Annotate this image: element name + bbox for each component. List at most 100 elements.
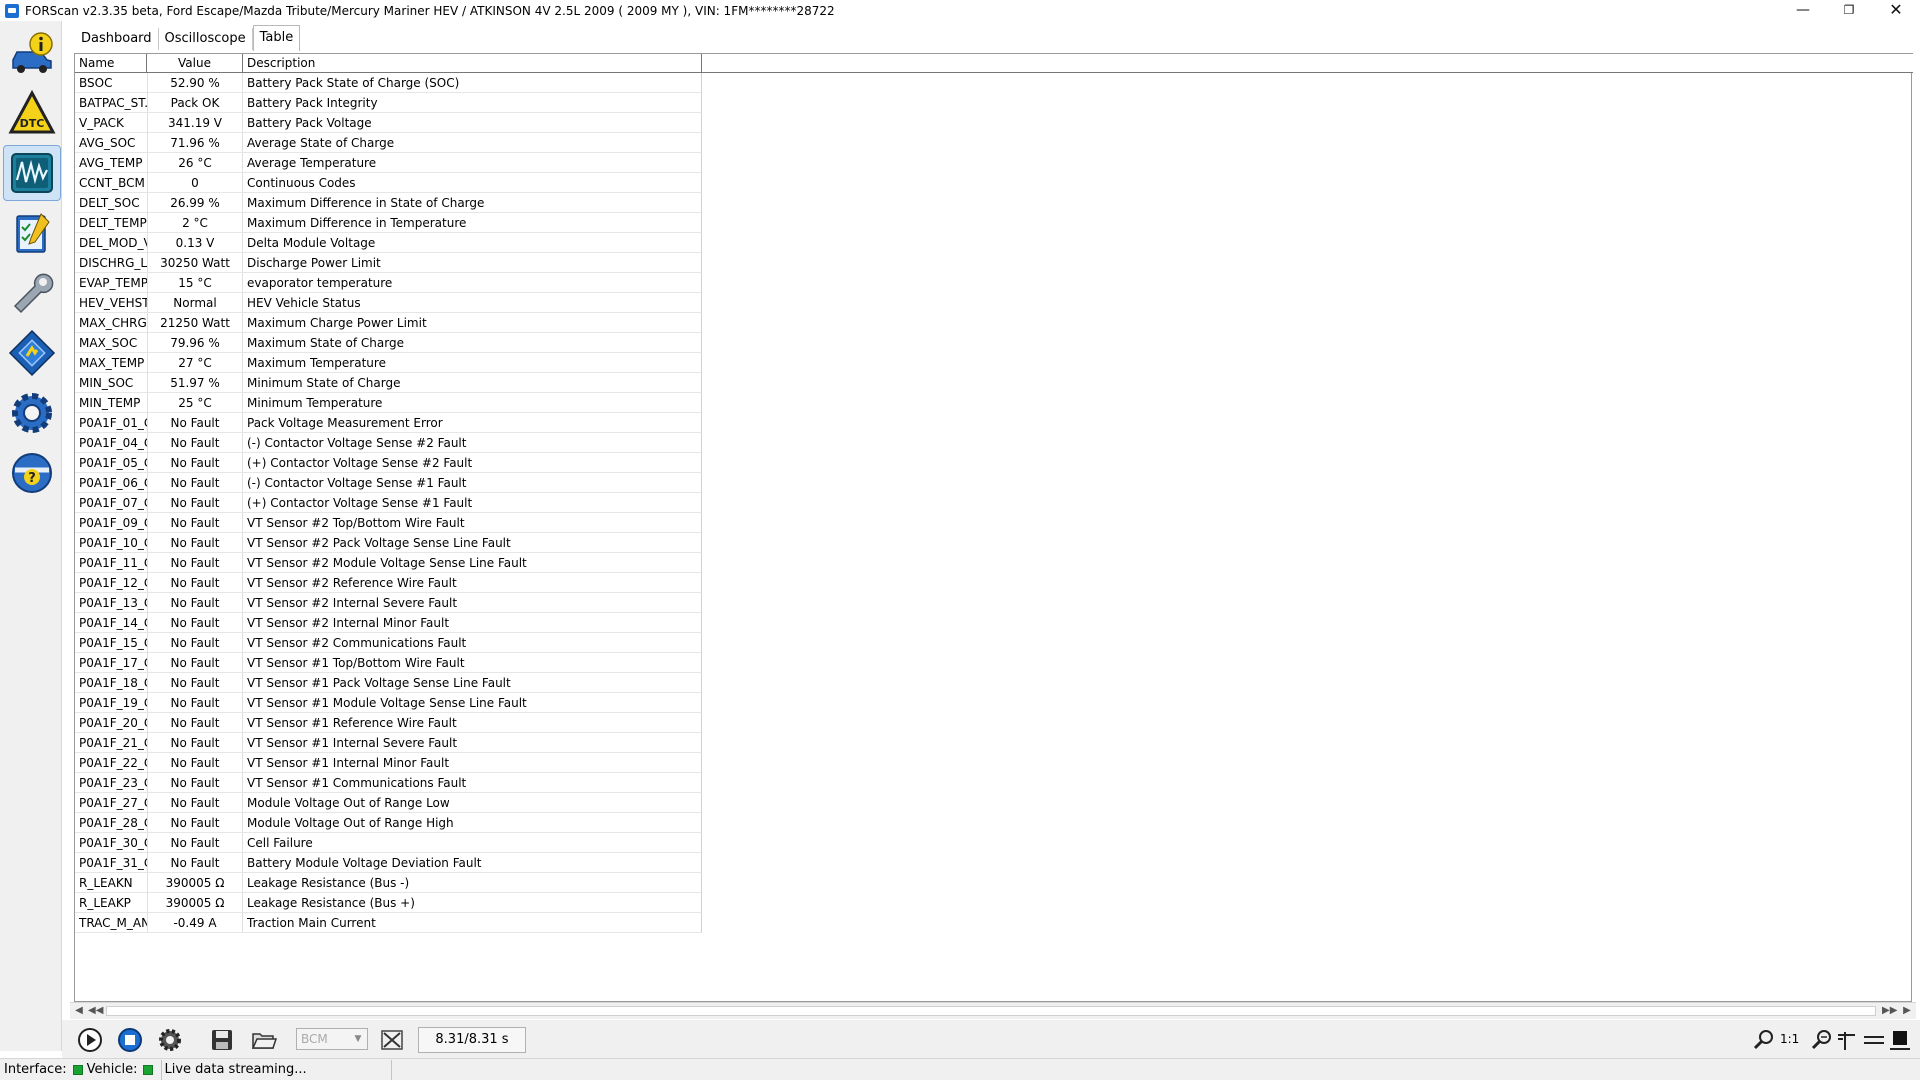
scroll-right-arrow-icon[interactable]: ▶ [1900, 1004, 1914, 1018]
timeline-scrollbar[interactable]: ◀ ◀◀ ▶▶ ▶ [70, 1002, 1916, 1019]
table-row[interactable]: P0A1F_18_C No Fault VT Sensor #1 Pack Volt… [75, 673, 702, 693]
stop-button[interactable] [116, 1026, 144, 1054]
table-row[interactable]: MIN_SOC 51.97 % Minimum State of Charge [75, 373, 702, 393]
table-row[interactable]: P0A1F_11_C No Fault VT Sensor #2 Module Vo… [75, 553, 702, 573]
pid-name: MIN_SOC [79, 376, 134, 390]
column-header-name[interactable]: Name [75, 54, 147, 73]
table-row[interactable]: MAX_CHRG 21250 Watt Maximum Charge Power L… [75, 313, 702, 333]
table-row[interactable]: DELT_SOC 26.99 % Maximum Difference in Sta… [75, 193, 702, 213]
cursor-mode-button[interactable] [1834, 1026, 1862, 1054]
table-row[interactable]: P0A1F_05_C No Fault (+) Contactor Voltage … [75, 453, 702, 473]
pid-name: P0A1F_28_C [79, 816, 147, 830]
scroll-left-arrow-icon[interactable]: ◀ [72, 1004, 86, 1018]
zoom-out-button[interactable] [1808, 1026, 1836, 1054]
pid-name: P0A1F_14_C [79, 616, 147, 630]
tab-dashboard[interactable]: Dashboard [75, 28, 159, 50]
pid-description: Battery Pack Integrity [247, 96, 378, 110]
sidebar-item-configuration[interactable] [3, 265, 61, 321]
table-row[interactable]: BSOC 52.90 % Battery Pack State of Charge … [75, 73, 702, 93]
time-readout: 8.31/8.31 s [418, 1027, 526, 1053]
table-row[interactable]: P0A1F_07_C No Fault (+) Contactor Voltage … [75, 493, 702, 513]
streaming-status: Live data streaming... [162, 1059, 393, 1080]
table-row[interactable]: R_LEAKN 390005 Ω Leakage Resistance (Bus -… [75, 873, 702, 893]
sidebar-item-help[interactable]: ? [3, 445, 61, 501]
zoom-in-button[interactable] [1750, 1026, 1778, 1054]
table-row[interactable]: BATPAC_ST. Pack OK Battery Pack Integrity [75, 93, 702, 113]
table-row[interactable]: P0A1F_12_C No Fault VT Sensor #2 Reference… [75, 573, 702, 593]
window-title: FORScan v2.3.35 beta, Ford Escape/Mazda … [25, 3, 835, 18]
close-button[interactable]: ✕ [1873, 0, 1919, 21]
table-row[interactable]: P0A1F_19_C No Fault VT Sensor #1 Module Vo… [75, 693, 702, 713]
table-row[interactable]: P0A1F_31_C No Fault Battery Module Voltage… [75, 853, 702, 873]
scroll-to-end-icon[interactable]: ▶▶ [1882, 1004, 1897, 1018]
svg-text:DTC: DTC [20, 117, 45, 130]
open-button[interactable] [250, 1026, 278, 1054]
tab-oscilloscope[interactable]: Oscilloscope [159, 28, 253, 50]
table-row[interactable]: P0A1F_01_C No Fault Pack Voltage Measureme… [75, 413, 702, 433]
table-row[interactable]: CCNT_BCM 0 Continuous Codes [75, 173, 702, 193]
pid-value: 27 °C [147, 353, 243, 372]
module-select[interactable]: BCM ▼ [296, 1028, 368, 1050]
play-icon [78, 1028, 102, 1052]
table-row[interactable]: DISCHRG_LI 30250 Watt Discharge Power Limi… [75, 253, 702, 273]
restore-button[interactable]: ❐ [1826, 0, 1872, 21]
column-header-description[interactable]: Description [243, 54, 702, 73]
sidebar-item-service-checklist[interactable] [3, 205, 61, 261]
pid-description: Discharge Power Limit [247, 256, 381, 270]
pid-name: P0A1F_12_C [79, 576, 147, 590]
table-row[interactable]: HEV_VEHST. Normal HEV Vehicle Status [75, 293, 702, 313]
sidebar-item-oscilloscope[interactable] [3, 145, 61, 201]
pid-settings-button[interactable] [156, 1026, 184, 1054]
dtc-icon: DTC [8, 89, 56, 134]
pid-name: P0A1F_11_C [79, 556, 147, 570]
table-row[interactable]: P0A1F_28_C No Fault Module Voltage Out of … [75, 813, 702, 833]
sidebar-item-settings[interactable] [3, 385, 61, 441]
table-row[interactable]: P0A1F_04_C No Fault (-) Contactor Voltage … [75, 433, 702, 453]
table-row[interactable]: P0A1F_06_C No Fault (-) Contactor Voltage … [75, 473, 702, 493]
stop-icon [118, 1028, 142, 1052]
table-row[interactable]: AVG_TEMP 26 °C Average Temperature [75, 153, 702, 173]
table-row[interactable]: P0A1F_15_C No Fault VT Sensor #2 Communica… [75, 633, 702, 653]
play-button[interactable] [76, 1026, 104, 1054]
table-row[interactable]: P0A1F_09_C No Fault VT Sensor #2 Top/Botto… [75, 513, 702, 533]
table-row[interactable]: P0A1F_20_C No Fault VT Sensor #1 Reference… [75, 713, 702, 733]
clear-button[interactable] [378, 1026, 406, 1054]
zoom-ratio[interactable]: 1:1 [1780, 1032, 1799, 1046]
scroll-track[interactable] [106, 1006, 1876, 1016]
table-row[interactable]: P0A1F_21_C No Fault VT Sensor #1 Internal … [75, 733, 702, 753]
scroll-to-start-icon[interactable]: ◀◀ [88, 1004, 103, 1018]
table-row[interactable]: P0A1F_13_C No Fault VT Sensor #2 Internal … [75, 593, 702, 613]
pid-description: VT Sensor #2 Reference Wire Fault [247, 576, 457, 590]
column-header-value[interactable]: Value [147, 54, 243, 73]
title-bar: FORScan v2.3.35 beta, Ford Escape/Mazda … [0, 0, 1920, 21]
table-row[interactable]: DELT_TEMP 2 °C Maximum Difference in Tempe… [75, 213, 702, 233]
table-row[interactable]: P0A1F_22_C No Fault VT Sensor #1 Internal … [75, 753, 702, 773]
minimize-button[interactable]: — [1780, 0, 1826, 21]
table-row[interactable]: V_PACK 341.19 V Battery Pack Voltage [75, 113, 702, 133]
table-row[interactable]: P0A1F_10_C No Fault VT Sensor #2 Pack Volt… [75, 533, 702, 553]
table-row[interactable]: MIN_TEMP 25 °C Minimum Temperature [75, 393, 702, 413]
table-row[interactable]: P0A1F_14_C No Fault VT Sensor #2 Internal … [75, 613, 702, 633]
pid-value: No Fault [147, 413, 243, 432]
table-row[interactable]: P0A1F_27_C No Fault Module Voltage Out of … [75, 793, 702, 813]
sidebar-item-vehicle-info[interactable] [3, 25, 61, 81]
table-row[interactable]: DEL_MOD_V 0.13 V Delta Module Voltage [75, 233, 702, 253]
table-row[interactable]: TRAC_M_AN -0.49 A Traction Main Current [75, 913, 702, 933]
fill-mode-button[interactable] [1886, 1026, 1914, 1054]
table-row[interactable]: P0A1F_17_C No Fault VT Sensor #1 Top/Botto… [75, 653, 702, 673]
table-row[interactable]: AVG_SOC 71.96 % Average State of Charge [75, 133, 702, 153]
save-button[interactable] [208, 1026, 236, 1054]
sidebar-item-dtc[interactable]: DTC [3, 85, 61, 141]
pid-value: 26 °C [147, 153, 243, 172]
sidebar-item-modules[interactable] [3, 325, 61, 381]
table-row[interactable]: MAX_SOC 79.96 % Maximum State of Charge [75, 333, 702, 353]
table-row[interactable]: EVAP_TEMP 15 °C evaporator temperature [75, 273, 702, 293]
table-row[interactable]: P0A1F_30_C No Fault Cell Failure [75, 833, 702, 853]
line-mode-button[interactable] [1860, 1026, 1888, 1054]
table-row[interactable]: MAX_TEMP 27 °C Maximum Temperature [75, 353, 702, 373]
pid-description: (+) Contactor Voltage Sense #2 Fault [247, 456, 473, 470]
tab-table[interactable]: Table [252, 25, 301, 51]
table-row[interactable]: P0A1F_23_C No Fault VT Sensor #1 Communica… [75, 773, 702, 793]
pid-name: P0A1F_10_C [79, 536, 147, 550]
table-row[interactable]: R_LEAKP 390005 Ω Leakage Resistance (Bus +… [75, 893, 702, 913]
